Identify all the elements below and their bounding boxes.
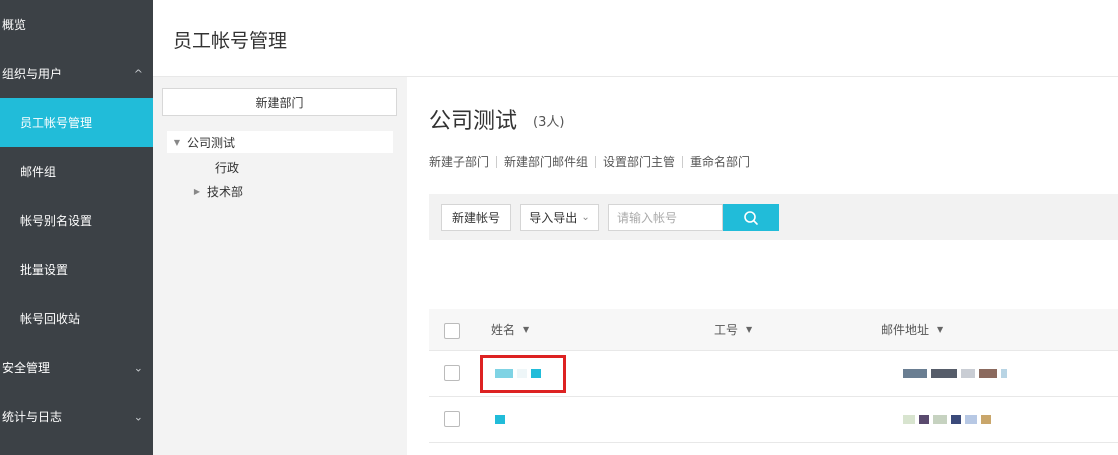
nav-overview-label: 概览 xyxy=(2,18,27,32)
column-email-label: 邮件地址 xyxy=(881,323,930,337)
highlight-box xyxy=(480,355,566,393)
column-employee-id-label: 工号 xyxy=(714,323,739,337)
nav-org-users[interactable]: 组织与用户 ^ xyxy=(0,49,153,98)
tree-node-root[interactable]: ▼ 公司测试 xyxy=(167,131,393,153)
table-row[interactable] xyxy=(429,351,1118,397)
tree-node-tech-label: 技术部 xyxy=(207,184,244,199)
nav-batch-settings[interactable]: 批量设置 xyxy=(0,245,153,294)
account-toolbar: 新建帐号 导入导出 ⌄ xyxy=(429,194,1118,240)
tree-node-admin[interactable]: 行政 xyxy=(215,156,239,178)
divider xyxy=(496,155,498,168)
nav-security[interactable]: 安全管理 ⌄ xyxy=(0,343,153,392)
page-title: 员工帐号管理 xyxy=(173,30,288,52)
import-export-label: 导入导出 xyxy=(529,211,578,225)
nav-staff-accounts-label: 员工帐号管理 xyxy=(20,116,93,130)
column-email[interactable]: 邮件地址 ▼ xyxy=(881,309,943,350)
sidebar: 概览 组织与用户 ^ 员工帐号管理 邮件组 帐号别名设置 批量设置 帐号回收站 安… xyxy=(0,0,153,455)
account-search-input[interactable] xyxy=(608,204,723,231)
nav-recycle-bin-label: 帐号回收站 xyxy=(20,312,81,326)
nav-batch-settings-label: 批量设置 xyxy=(20,263,69,277)
nav-alias-settings[interactable]: 帐号别名设置 xyxy=(0,196,153,245)
row-email-redacted xyxy=(903,397,995,442)
table-row[interactable] xyxy=(429,397,1118,443)
select-all-checkbox[interactable] xyxy=(444,323,460,339)
tree-node-root-label: 公司测试 xyxy=(187,135,236,150)
nav-recycle-bin[interactable]: 帐号回收站 xyxy=(0,294,153,343)
department-panel: 新建部门 ▼ 公司测试 行政 ▶ 技术部 xyxy=(153,77,407,455)
divider xyxy=(595,155,597,168)
nav-mail-groups-label: 邮件组 xyxy=(20,165,57,179)
chevron-down-icon: ⌄ xyxy=(581,212,590,223)
row-email-redacted xyxy=(903,351,1011,396)
column-name[interactable]: 姓名 ▼ xyxy=(491,309,529,350)
row-checkbox[interactable] xyxy=(444,411,460,427)
new-account-button[interactable]: 新建帐号 xyxy=(441,204,511,231)
chevron-down-icon: ⌄ xyxy=(133,361,143,374)
new-subdept-link[interactable]: 新建子部门 xyxy=(429,153,489,170)
nav-stats-logs[interactable]: 统计与日志 ⌄ xyxy=(0,392,153,441)
rename-dept-link[interactable]: 重命名部门 xyxy=(690,153,750,170)
nav-overview[interactable]: 概览 xyxy=(0,0,153,49)
nav-mail-groups[interactable]: 邮件组 xyxy=(0,147,153,196)
caret-down-icon[interactable]: ▼ xyxy=(167,138,187,147)
department-title: 公司测试 xyxy=(429,109,518,134)
row-name-redacted xyxy=(495,397,509,442)
nav-staff-accounts[interactable]: 员工帐号管理 xyxy=(0,98,153,147)
search-icon xyxy=(744,210,758,225)
new-dept-mailgroup-link[interactable]: 新建部门邮件组 xyxy=(504,153,588,170)
chevron-up-icon: ^ xyxy=(133,67,143,80)
column-name-label: 姓名 xyxy=(491,323,516,337)
nav-security-label: 安全管理 xyxy=(2,361,51,375)
page-header: 员工帐号管理 xyxy=(153,0,1118,77)
sort-caret-icon: ▼ xyxy=(937,325,944,334)
import-export-dropdown[interactable]: 导入导出 ⌄ xyxy=(520,204,599,231)
caret-right-icon[interactable]: ▶ xyxy=(187,187,207,196)
table-header: 姓名 ▼ 工号 ▼ 邮件地址 ▼ xyxy=(429,309,1118,351)
search-button[interactable] xyxy=(723,204,779,231)
department-actions: 新建子部门 新建部门邮件组 设置部门主管 重命名部门 xyxy=(429,153,750,170)
tree-node-tech[interactable]: ▶ 技术部 xyxy=(187,180,243,202)
main-content: 公司测试 (3人) 新建子部门 新建部门邮件组 设置部门主管 重命名部门 新建帐… xyxy=(407,77,1118,455)
tree-node-admin-label: 行政 xyxy=(215,160,240,175)
member-count: (3人) xyxy=(533,115,565,130)
divider xyxy=(682,155,684,168)
set-dept-manager-link[interactable]: 设置部门主管 xyxy=(603,153,675,170)
nav-stats-logs-label: 统计与日志 xyxy=(2,410,63,424)
sort-caret-icon: ▼ xyxy=(523,325,530,334)
column-employee-id[interactable]: 工号 ▼ xyxy=(714,309,752,350)
new-department-button[interactable]: 新建部门 xyxy=(162,88,397,116)
nav-alias-settings-label: 帐号别名设置 xyxy=(20,214,93,228)
sort-caret-icon: ▼ xyxy=(746,325,753,334)
row-checkbox[interactable] xyxy=(444,365,460,381)
nav-org-users-label: 组织与用户 xyxy=(2,67,63,81)
chevron-down-icon: ⌄ xyxy=(133,410,143,423)
